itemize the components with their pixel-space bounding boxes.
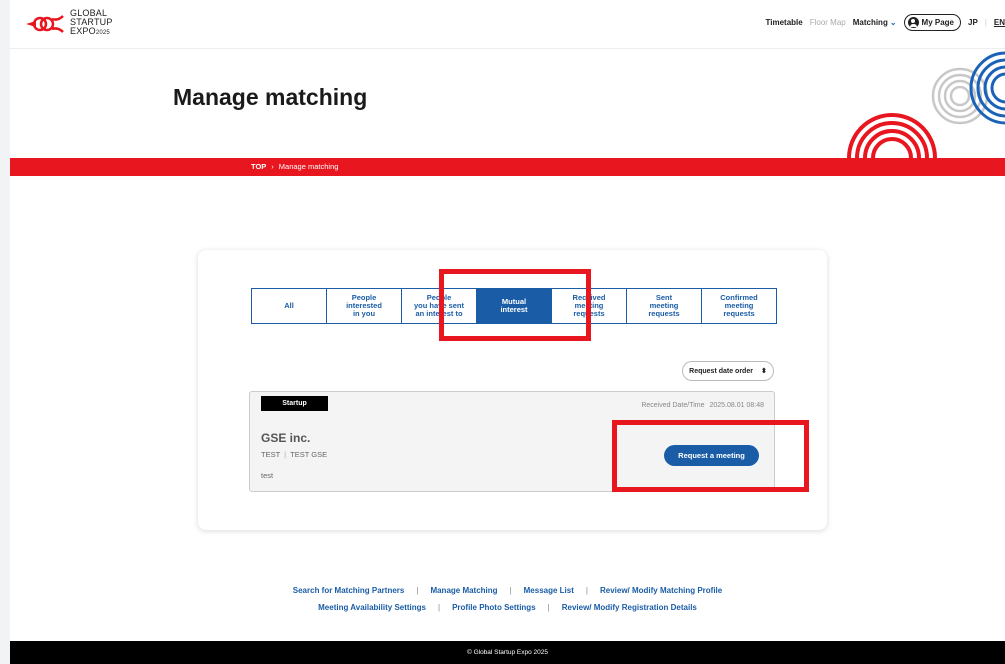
link-separator: | bbox=[585, 586, 588, 595]
nav-matching-label: Matching bbox=[852, 18, 888, 27]
link-profile-photo-settings[interactable]: Profile Photo Settings bbox=[452, 603, 536, 612]
tab-people-interested-in-you[interactable]: People interested in you bbox=[327, 289, 402, 323]
received-label: Received Date/Time bbox=[641, 402, 705, 409]
page-title: Manage matching bbox=[173, 84, 368, 110]
logo-year: 2025 bbox=[95, 30, 110, 36]
lang-en[interactable]: EN bbox=[994, 18, 1005, 27]
tag-separator: | bbox=[284, 450, 287, 459]
footer-links-row-1: Search for Matching Partners | Manage Ma… bbox=[10, 586, 1005, 595]
user-icon bbox=[907, 17, 919, 28]
logo-expo: EXPO bbox=[70, 26, 96, 36]
link-review-registration[interactable]: Review/ Modify Registration Details bbox=[562, 603, 697, 612]
footer-links-row-2: Meeting Availability Settings | Profile … bbox=[10, 603, 1005, 612]
nav-timetable[interactable]: Timetable bbox=[766, 18, 803, 27]
lang-separator: | bbox=[984, 18, 987, 27]
site-header: GLOBAL STARTUP EXPO2025 Timetable Floor … bbox=[10, 0, 1005, 49]
logo-mark-icon bbox=[26, 14, 64, 33]
company-tags: TEST | TEST GSE bbox=[261, 450, 327, 459]
category-badge: Startup bbox=[261, 396, 328, 411]
updown-arrows-icon: ⬍ bbox=[760, 368, 767, 375]
breadcrumb-separator: › bbox=[271, 162, 274, 171]
breadcrumb: TOP › Manage matching bbox=[251, 162, 338, 171]
highlight-box-request-meeting bbox=[612, 420, 809, 492]
received-datetime: Received Date/Time 2025.08.01 08:48 bbox=[641, 402, 764, 409]
company-description: test bbox=[261, 471, 274, 480]
breadcrumb-top[interactable]: TOP bbox=[251, 162, 266, 171]
top-nav: Timetable Floor Map Matching ⌄ My Page J… bbox=[766, 14, 1005, 31]
link-separator: | bbox=[416, 586, 419, 595]
nav-matching[interactable]: Matching ⌄ bbox=[853, 18, 897, 27]
copyright: © Global Startup Expo 2025 bbox=[466, 649, 549, 656]
nav-floor-map[interactable]: Floor Map bbox=[810, 18, 846, 27]
my-page-button[interactable]: My Page bbox=[903, 14, 961, 31]
decorative-arcs-icon bbox=[847, 51, 1005, 158]
tag-2: TEST GSE bbox=[290, 450, 328, 459]
company-name[interactable]: GSE inc. bbox=[261, 431, 310, 445]
highlight-box-mutual-interest bbox=[439, 269, 591, 341]
sort-select[interactable]: Request date order ⬍ bbox=[682, 361, 774, 381]
link-review-matching-profile[interactable]: Review/ Modify Matching Profile bbox=[600, 586, 722, 595]
tag-1: TEST bbox=[261, 450, 281, 459]
lang-jp[interactable]: JP bbox=[968, 18, 978, 27]
page: GLOBAL STARTUP EXPO2025 Timetable Floor … bbox=[10, 0, 1005, 664]
link-meeting-availability[interactable]: Meeting Availability Settings bbox=[318, 603, 426, 612]
link-separator: | bbox=[438, 603, 441, 612]
link-separator: | bbox=[509, 586, 512, 595]
chevron-down-icon: ⌄ bbox=[889, 18, 897, 27]
footer-links: Search for Matching Partners | Manage Ma… bbox=[10, 586, 1005, 620]
logo-line-3: EXPO2025 bbox=[70, 27, 113, 38]
link-message-list[interactable]: Message List bbox=[524, 586, 574, 595]
link-search-matching-partners[interactable]: Search for Matching Partners bbox=[293, 586, 405, 595]
breadcrumb-bar bbox=[10, 158, 1005, 176]
my-page-label: My Page bbox=[921, 18, 954, 27]
tab-sent-meeting-requests[interactable]: Sent meeting requests bbox=[627, 289, 702, 323]
logo-text: GLOBAL STARTUP EXPO2025 bbox=[70, 9, 113, 38]
site-footer: © Global Startup Expo 2025 bbox=[10, 641, 1005, 664]
breadcrumb-current: Manage matching bbox=[278, 162, 339, 171]
received-value: 2025.08.01 08:48 bbox=[709, 402, 765, 409]
site-logo[interactable]: GLOBAL STARTUP EXPO2025 bbox=[24, 9, 113, 38]
sort-label: Request date order bbox=[689, 367, 753, 375]
link-separator: | bbox=[547, 603, 550, 612]
tab-all[interactable]: All bbox=[252, 289, 327, 323]
tab-confirmed-meeting-requests[interactable]: Confirmed meeting requests bbox=[702, 289, 776, 323]
link-manage-matching[interactable]: Manage Matching bbox=[430, 586, 497, 595]
